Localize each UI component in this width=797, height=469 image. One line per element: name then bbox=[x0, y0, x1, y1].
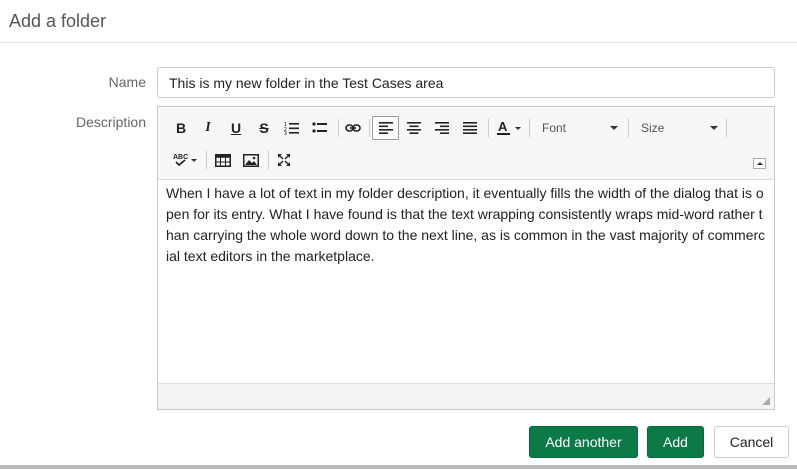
collapse-toolbar-button[interactable] bbox=[753, 158, 766, 169]
justify-icon bbox=[463, 122, 477, 134]
cancel-button[interactable]: Cancel bbox=[714, 426, 789, 458]
dialog-header: Add a folder bbox=[0, 0, 797, 43]
name-input[interactable] bbox=[157, 67, 775, 98]
size-dropdown[interactable]: Size bbox=[641, 117, 718, 139]
image-button[interactable] bbox=[240, 149, 262, 171]
toolbar-separator bbox=[268, 151, 269, 169]
align-left-button[interactable] bbox=[372, 116, 399, 140]
justify-button[interactable] bbox=[459, 117, 481, 139]
numbered-list-icon: 123 bbox=[284, 122, 299, 135]
link-icon bbox=[345, 124, 361, 132]
font-dropdown[interactable]: Font bbox=[542, 117, 618, 139]
align-right-icon bbox=[435, 122, 449, 134]
numbered-list-button[interactable]: 123 bbox=[282, 117, 302, 139]
dialog-title: Add a folder bbox=[9, 11, 107, 31]
add-folder-dialog: Add a folder Name Description B I U S 12… bbox=[0, 0, 797, 469]
underline-icon: U bbox=[230, 120, 242, 136]
underline-button[interactable]: U bbox=[226, 117, 246, 139]
spellcheck-icon: ABC bbox=[173, 154, 197, 167]
svg-text:ABC: ABC bbox=[173, 154, 188, 161]
editor-content[interactable]: When I have a lot of text in my folder d… bbox=[166, 183, 768, 267]
add-button[interactable]: Add bbox=[647, 426, 704, 458]
strikethrough-button[interactable]: S bbox=[254, 117, 274, 139]
link-button[interactable] bbox=[343, 117, 363, 139]
chevron-down-icon bbox=[710, 126, 718, 130]
bold-icon: B bbox=[175, 120, 187, 136]
bullet-list-icon bbox=[312, 122, 327, 133]
align-center-button[interactable] bbox=[403, 117, 425, 139]
toolbar-separator bbox=[726, 119, 727, 137]
italic-button[interactable]: I bbox=[198, 117, 218, 139]
maximize-button[interactable] bbox=[273, 149, 295, 171]
resize-grip-icon[interactable] bbox=[762, 397, 770, 405]
description-label: Description bbox=[75, 114, 146, 130]
toolbar-separator bbox=[628, 119, 629, 137]
toolbar-separator bbox=[338, 119, 339, 137]
image-icon bbox=[243, 153, 259, 167]
editor-statusbar bbox=[158, 383, 774, 409]
dialog-bottom-edge bbox=[0, 465, 797, 469]
name-label: Name bbox=[108, 74, 146, 90]
toolbar-separator bbox=[206, 151, 207, 169]
svg-text:A: A bbox=[498, 120, 508, 134]
bold-button[interactable]: B bbox=[171, 117, 191, 139]
table-button[interactable] bbox=[212, 149, 234, 171]
align-right-button[interactable] bbox=[431, 117, 453, 139]
align-left-icon bbox=[378, 122, 393, 134]
text-color-button[interactable]: A bbox=[494, 117, 524, 139]
strikethrough-icon: S bbox=[259, 120, 269, 136]
toolbar-separator bbox=[488, 119, 489, 137]
spellcheck-button[interactable]: ABC bbox=[170, 149, 200, 171]
italic-icon: I bbox=[205, 120, 211, 135]
size-dropdown-label: Size bbox=[641, 121, 665, 135]
description-editor: B I U S 123 A Font Size ABC When I have … bbox=[157, 106, 775, 410]
table-icon bbox=[215, 153, 231, 167]
chevron-down-icon bbox=[610, 126, 618, 130]
editor-toolbar: B I U S 123 A Font Size ABC bbox=[158, 107, 774, 180]
font-dropdown-label: Font bbox=[542, 121, 567, 135]
align-center-icon bbox=[407, 122, 421, 134]
toolbar-separator bbox=[529, 119, 530, 137]
maximize-icon bbox=[278, 154, 290, 166]
text-color-icon: A bbox=[497, 120, 521, 135]
toolbar-separator bbox=[369, 119, 370, 137]
add-another-button[interactable]: Add another bbox=[529, 426, 638, 458]
svg-text:3: 3 bbox=[284, 131, 287, 135]
bullet-list-button[interactable] bbox=[310, 117, 330, 139]
